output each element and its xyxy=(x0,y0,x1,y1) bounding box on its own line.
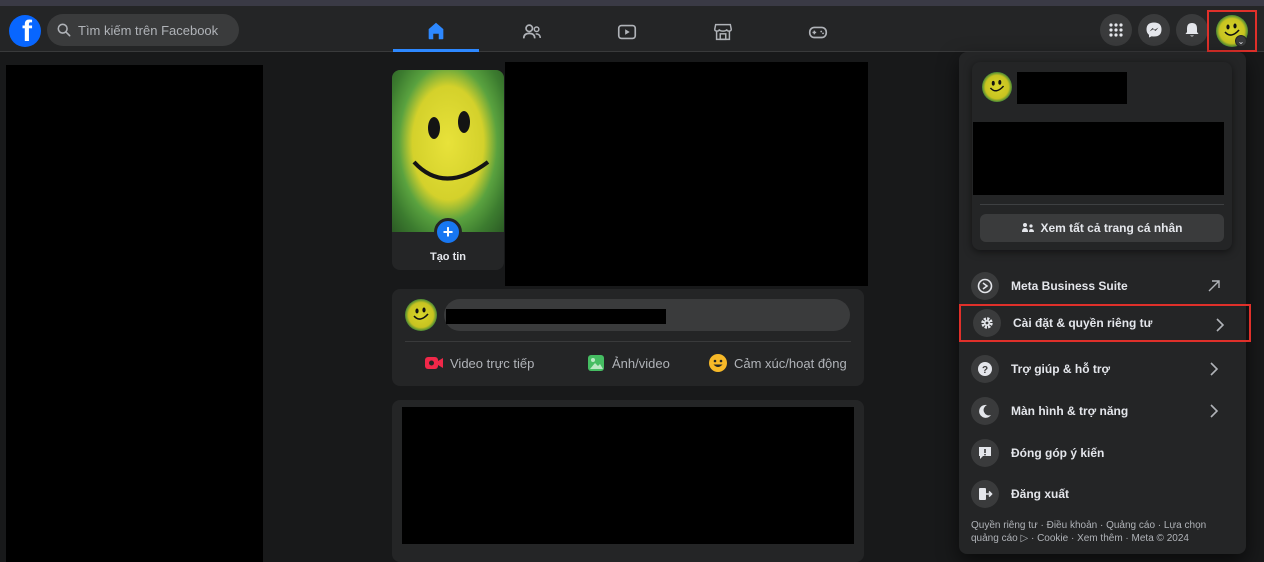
tab-gaming[interactable] xyxy=(775,12,861,52)
menu-grid-icon xyxy=(1109,23,1123,37)
live-video-icon xyxy=(425,357,443,369)
video-icon xyxy=(617,24,637,40)
account-dropdown-menu: Xem tất cả trang cá nhân Meta Business S… xyxy=(959,52,1251,554)
composer-avatar[interactable] xyxy=(405,299,437,331)
menu-item-give-feedback[interactable]: Đóng góp ý kiến xyxy=(969,434,1239,472)
post-composer: Video trực tiếp Ảnh/video Cảm xúc/hoạt đ… xyxy=(392,289,864,386)
svg-text:?: ? xyxy=(982,365,988,376)
footer-line-2[interactable]: quảng cáo ▷ · Cookie · Xem thêm · Meta ©… xyxy=(971,532,1233,545)
post-content-redacted xyxy=(402,407,854,544)
tab-home[interactable] xyxy=(393,12,479,52)
menu-item-label: Màn hình & trợ năng xyxy=(1011,404,1129,418)
friends-icon xyxy=(522,24,541,39)
tab-friends[interactable] xyxy=(489,12,575,52)
menu-item-label: Đóng góp ý kiến xyxy=(1011,446,1105,460)
profiles-icon xyxy=(1022,223,1035,232)
feeling-activity-label: Cảm xúc/hoạt động xyxy=(734,355,847,371)
profile-card: Xem tất cả trang cá nhân xyxy=(972,62,1232,250)
left-sidebar-redacted xyxy=(6,65,263,562)
menu-item-display-accessibility[interactable]: Màn hình & trợ năng xyxy=(969,392,1239,430)
search-icon xyxy=(57,23,71,37)
see-all-profiles-button[interactable]: Xem tất cả trang cá nhân xyxy=(980,214,1224,242)
profile-card-avatar[interactable] xyxy=(982,72,1012,102)
menu-button[interactable] xyxy=(1100,14,1132,46)
divider xyxy=(980,204,1224,205)
feed-post xyxy=(392,400,864,562)
footer-line-1[interactable]: Quyền riêng tư · Điều khoản · Quảng cáo … xyxy=(971,519,1233,532)
menu-item-settings-privacy[interactable]: Cài đặt & quyền riêng tư xyxy=(959,304,1251,342)
moon-icon xyxy=(971,397,999,425)
notifications-button[interactable] xyxy=(1176,14,1208,46)
chevron-right-icon xyxy=(1210,362,1219,376)
feeling-icon xyxy=(709,354,727,372)
feeling-activity-button[interactable]: Cảm xúc/hoạt động xyxy=(708,351,847,375)
composer-placeholder-redacted xyxy=(446,309,666,324)
gaming-icon xyxy=(808,26,828,39)
chevron-down-icon: ⌄ xyxy=(1235,35,1247,47)
story-profile-image xyxy=(392,70,504,232)
help-icon: ? xyxy=(971,355,999,383)
meta-business-icon xyxy=(971,272,999,300)
footer-links[interactable]: Quyền riêng tư · Điều khoản · Quảng cáo … xyxy=(971,519,1233,545)
story-redacted xyxy=(505,62,868,286)
account-menu-button[interactable]: ⌄ xyxy=(1207,10,1257,52)
messenger-button[interactable] xyxy=(1138,14,1170,46)
plus-icon[interactable]: + xyxy=(434,218,462,246)
bell-icon xyxy=(1185,23,1199,37)
chevron-right-icon xyxy=(1210,404,1219,418)
menu-item-label: Meta Business Suite xyxy=(1011,279,1128,293)
live-video-label: Video trực tiếp xyxy=(450,355,535,371)
live-video-button[interactable]: Video trực tiếp xyxy=(424,351,534,375)
menu-item-label: Cài đặt & quyền riêng tư xyxy=(1013,316,1153,330)
menu-item-logout[interactable]: Đăng xuất xyxy=(969,475,1239,513)
messenger-icon xyxy=(1146,22,1162,38)
search-input[interactable]: Tìm kiếm trên Facebook xyxy=(47,14,239,46)
profile-list-redacted xyxy=(973,122,1224,195)
create-story-card[interactable]: + Tạo tin xyxy=(392,70,504,270)
tab-marketplace[interactable] xyxy=(680,12,766,52)
tab-video[interactable] xyxy=(584,12,670,52)
see-all-profiles-label: Xem tất cả trang cá nhân xyxy=(1040,221,1183,235)
top-navigation-bar: f Tìm kiếm trên Facebook ⌄ xyxy=(0,6,1264,52)
menu-item-help-support[interactable]: ? Trợ giúp & hỗ trợ xyxy=(969,350,1239,388)
photo-icon xyxy=(588,355,604,371)
photo-video-button[interactable]: Ảnh/video xyxy=(586,351,670,375)
feedback-icon xyxy=(971,439,999,467)
logout-icon xyxy=(971,480,999,508)
marketplace-icon xyxy=(714,23,732,41)
gear-icon xyxy=(973,309,1001,337)
create-story-label: Tạo tin xyxy=(429,251,467,263)
chevron-right-icon xyxy=(1216,318,1225,332)
profile-name-redacted xyxy=(1017,72,1127,104)
photo-video-label: Ảnh/video xyxy=(612,355,670,371)
divider xyxy=(405,341,851,342)
external-arrow-icon xyxy=(1208,280,1220,292)
menu-item-label: Trợ giúp & hỗ trợ xyxy=(1011,362,1111,376)
home-icon xyxy=(428,22,444,39)
search-placeholder: Tìm kiếm trên Facebook xyxy=(78,22,219,38)
menu-item-meta-business-suite[interactable]: Meta Business Suite xyxy=(969,267,1239,305)
menu-item-label: Đăng xuất xyxy=(1011,487,1070,501)
facebook-logo-icon[interactable]: f xyxy=(9,15,41,47)
